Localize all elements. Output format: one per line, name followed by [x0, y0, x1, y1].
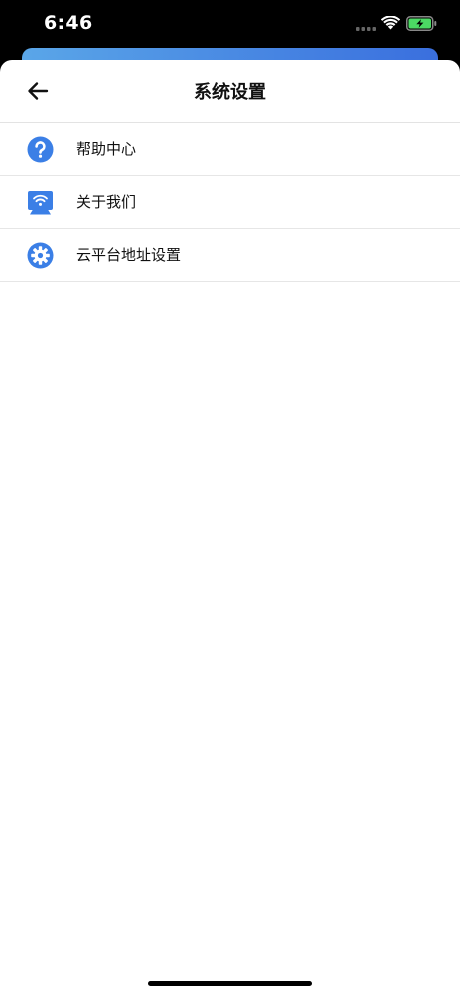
page-title: 系统设置: [194, 82, 266, 103]
gear-icon: [27, 242, 54, 269]
battery-charging-icon: [406, 16, 437, 31]
status-time: 6:46: [44, 12, 93, 34]
help-center-item[interactable]: 帮助中心: [0, 123, 460, 176]
list-item-label: 关于我们: [76, 193, 137, 211]
wifi-display-icon: [27, 189, 54, 216]
settings-sheet: 系统设置 帮助中心 关于我们 云平台地址设置: [0, 60, 460, 996]
wifi-icon: [381, 16, 400, 30]
cellular-signal-icon: [356, 27, 376, 31]
status-bar: 6:46: [0, 0, 460, 48]
cloud-address-settings-item[interactable]: 云平台地址设置: [0, 229, 460, 282]
list-item-label: 云平台地址设置: [76, 246, 182, 264]
question-circle-icon: [27, 136, 54, 163]
about-us-item[interactable]: 关于我们: [0, 176, 460, 229]
home-indicator[interactable]: [148, 981, 312, 986]
nav-bar: 系统设置: [0, 60, 460, 123]
list-item-label: 帮助中心: [76, 140, 137, 158]
